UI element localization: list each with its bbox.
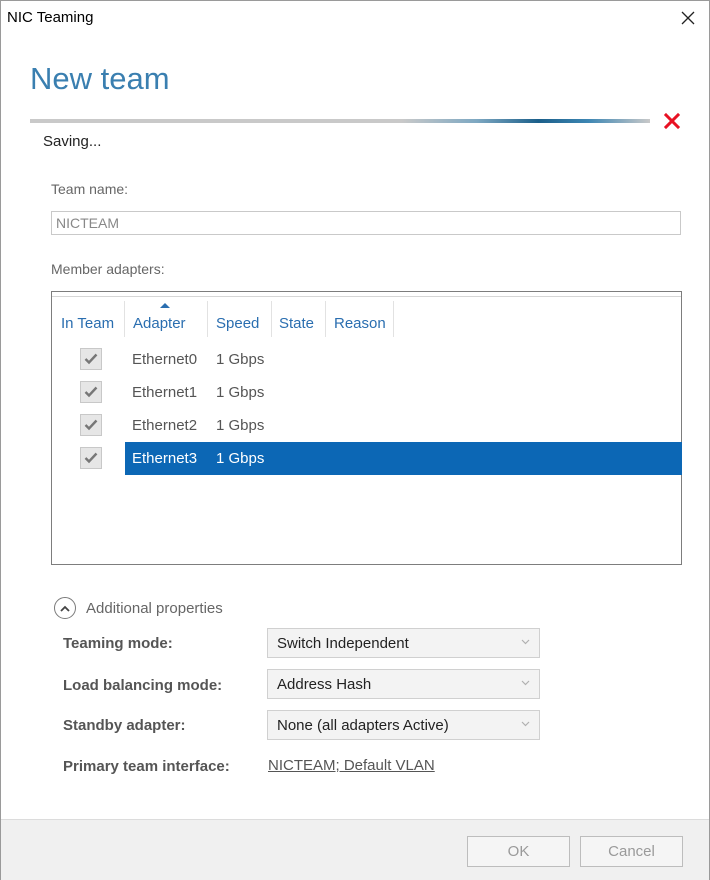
list-header: In Team Adapter Speed State Reason	[52, 296, 681, 341]
nic-teaming-dialog: NIC Teaming New team Saving... Team name…	[0, 0, 710, 880]
in-team-checkbox[interactable]	[80, 348, 102, 370]
window-title: NIC Teaming	[7, 9, 94, 26]
standby-adapter-label: Standby adapter:	[63, 717, 186, 734]
ok-button[interactable]: OK	[467, 836, 570, 867]
adapter-name: Ethernet0	[132, 351, 198, 368]
checkmark-icon	[84, 452, 98, 464]
teaming-mode-value: Switch Independent	[277, 635, 409, 652]
adapter-speed: 1 Gbps	[216, 450, 265, 467]
sort-ascending-icon	[160, 303, 170, 308]
teaming-mode-label: Teaming mode:	[63, 635, 173, 652]
chevron-up-icon	[60, 605, 70, 612]
checkmark-icon	[84, 353, 98, 365]
adapter-name: Ethernet3	[132, 450, 198, 467]
adapter-speed: 1 Gbps	[216, 351, 265, 368]
column-header-speed[interactable]: Speed	[208, 301, 272, 337]
chevron-down-icon	[521, 639, 530, 645]
chevron-down-icon	[521, 721, 530, 727]
in-team-checkbox[interactable]	[80, 414, 102, 436]
selection-highlight	[125, 442, 682, 475]
adapter-name: Ethernet1	[132, 384, 198, 401]
additional-properties-toggle[interactable]	[54, 597, 76, 619]
load-balancing-mode-value: Address Hash	[277, 676, 372, 693]
table-row[interactable]: Ethernet0 1 Gbps	[52, 343, 681, 376]
table-row[interactable]: Ethernet2 1 Gbps	[52, 409, 681, 442]
column-header-reason[interactable]: Reason	[326, 301, 394, 337]
adapter-speed: 1 Gbps	[216, 384, 265, 401]
primary-team-interface-link[interactable]: NICTEAM; Default VLAN	[268, 757, 435, 774]
title-bar: NIC Teaming	[1, 1, 709, 33]
chevron-down-icon	[521, 680, 530, 686]
additional-properties-label[interactable]: Additional properties	[86, 600, 223, 617]
cancel-operation-icon[interactable]	[663, 112, 681, 130]
teaming-mode-dropdown[interactable]: Switch Independent	[267, 628, 540, 658]
close-icon	[681, 11, 695, 25]
standby-adapter-value: None (all adapters Active)	[277, 717, 449, 734]
member-adapters-label: Member adapters:	[51, 261, 165, 277]
page-title: New team	[30, 61, 170, 96]
load-balancing-mode-label: Load balancing mode:	[63, 677, 223, 694]
in-team-checkbox[interactable]	[80, 447, 102, 469]
cancel-button[interactable]: Cancel	[580, 836, 683, 867]
team-name-label: Team name:	[51, 181, 129, 197]
standby-adapter-dropdown[interactable]: None (all adapters Active)	[267, 710, 540, 740]
adapter-speed: 1 Gbps	[216, 417, 265, 434]
team-name-field[interactable]: NICTEAM	[51, 211, 681, 235]
column-header-in-team[interactable]: In Team	[52, 301, 125, 337]
adapter-name: Ethernet2	[132, 417, 198, 434]
progress-bar	[30, 119, 650, 123]
checkmark-icon	[84, 386, 98, 398]
primary-team-interface-label: Primary team interface:	[63, 758, 230, 775]
member-adapters-list[interactable]: In Team Adapter Speed State Reason Ether…	[51, 291, 682, 565]
status-text: Saving...	[43, 133, 102, 150]
column-header-state[interactable]: State	[272, 301, 326, 337]
table-row-selected[interactable]: Ethernet3 1 Gbps	[52, 442, 682, 475]
in-team-checkbox[interactable]	[80, 381, 102, 403]
close-button[interactable]	[673, 5, 703, 31]
table-row[interactable]: Ethernet1 1 Gbps	[52, 376, 681, 409]
checkmark-icon	[84, 419, 98, 431]
dialog-footer: OK Cancel	[1, 819, 709, 880]
load-balancing-mode-dropdown[interactable]: Address Hash	[267, 669, 540, 699]
